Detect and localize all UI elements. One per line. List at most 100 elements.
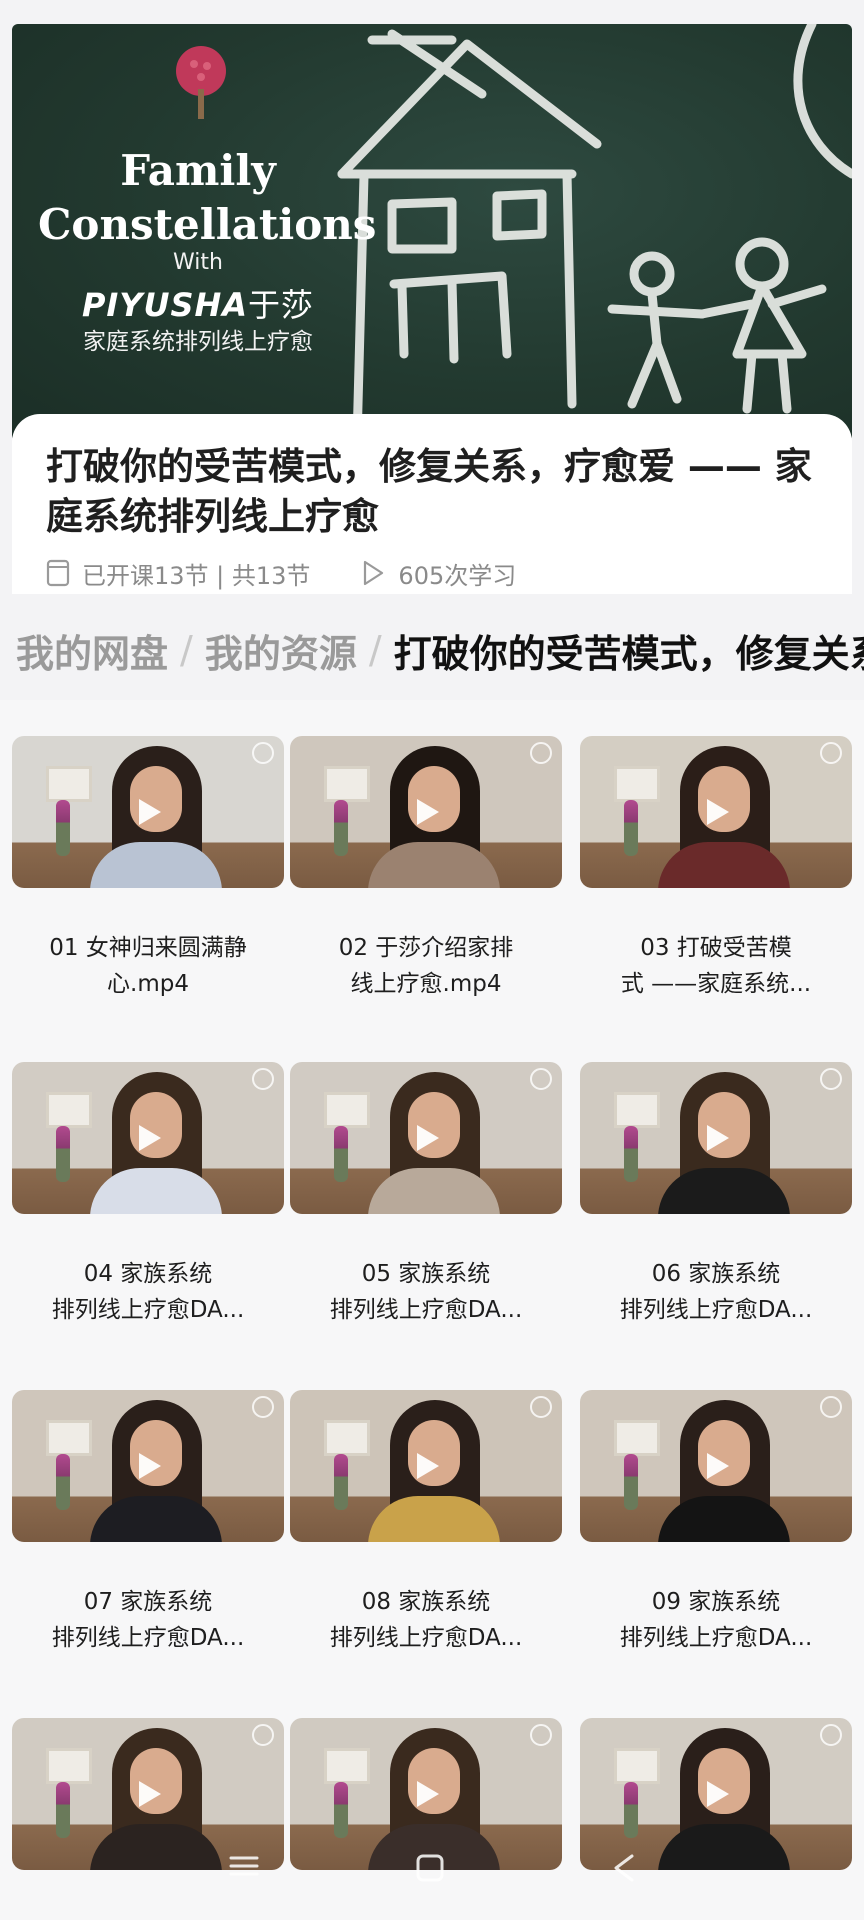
video-grid: 01 女神归来圆满静 心.mp4 02 于莎介绍家排 线上疗愈.mp4 03 打破受苦模… [0,700,864,1920]
wall-picture [614,766,660,802]
select-circle-icon[interactable] [820,742,842,764]
play-icon[interactable] [699,1777,733,1811]
wall-picture [46,1420,92,1456]
orchid-plant [624,1782,638,1838]
video-item[interactable]: 02 于莎介绍家排 线上疗愈.mp4 [290,736,562,1002]
play-icon[interactable] [409,795,443,829]
video-item[interactable]: 08 家族系统 排列线上疗愈DA... [290,1390,562,1656]
breadcrumb-separator: / [368,628,382,672]
breadcrumb-separator: / [180,628,193,672]
system-nav-bar [0,1846,864,1886]
breadcrumb-root[interactable]: 我的网盘 [16,623,168,678]
person-body [658,842,790,888]
person-body [90,1168,222,1214]
play-icon[interactable] [131,1777,165,1811]
person-body [658,1168,790,1214]
select-circle-icon[interactable] [252,1396,274,1418]
book-icon [46,559,70,587]
course-banner: Family Constellations With PIYUSHA于莎 家庭系… [12,24,852,442]
play-count: 605次学习 [398,561,517,590]
banner-title: Family Constellations [38,146,377,249]
back-icon[interactable] [610,1852,638,1884]
video-item[interactable]: 05 家族系统排列线上疗愈DA... [290,1062,562,1328]
video-title-line1: 09 家族系统 [651,1589,781,1615]
play-icon[interactable] [409,1121,443,1155]
video-item[interactable]: 03 打破受苦模式 ——家庭系统... [580,736,852,1002]
video-title-line2: 排列线上疗愈DA... [619,1297,813,1323]
video-title-line2: 排列线上疗愈DA... [51,1297,245,1323]
select-circle-icon[interactable] [530,742,552,764]
video-title: 01 女神归来圆满静 心.mp4 [12,930,284,1002]
menu-icon[interactable] [228,1852,260,1880]
video-title-line2: 排列线上疗愈DA... [51,1625,245,1651]
tree-logo-icon [176,46,226,119]
video-item[interactable]: 06 家族系统 排列线上疗愈DA... [580,1062,852,1328]
orchid-plant [56,1126,70,1182]
select-circle-icon[interactable] [530,1724,552,1746]
play-icon[interactable] [699,1449,733,1483]
select-circle-icon[interactable] [530,1068,552,1090]
wall-picture [614,1420,660,1456]
video-title: 02 于莎介绍家排 线上疗愈.mp4 [290,930,562,1002]
person-body [90,1496,222,1542]
video-title-line1: 07 家族系统 [83,1589,213,1615]
breadcrumb-folder[interactable]: 我的资源 [205,623,357,678]
video-item[interactable]: 01 女神归来圆满静 心.mp4 [12,736,284,1002]
video-item[interactable]: 04 家族系统排列线上疗愈DA... [12,1062,284,1328]
play-icon[interactable] [699,1121,733,1155]
video-thumbnail[interactable] [580,736,852,888]
home-icon[interactable] [414,1852,446,1884]
wall-picture [46,1092,92,1128]
video-thumbnail[interactable] [290,1390,562,1542]
video-title: 08 家族系统 排列线上疗愈DA... [290,1584,562,1656]
wall-picture [46,766,92,802]
orchid-plant [56,1782,70,1838]
video-item[interactable]: 07 家族系统排列线上疗愈DA... [12,1390,284,1656]
wall-picture [614,1092,660,1128]
select-circle-icon[interactable] [820,1396,842,1418]
wall-picture [324,1092,370,1128]
video-thumbnail[interactable] [580,1062,852,1214]
orchid-plant [56,800,70,856]
orchid-plant [624,1454,638,1510]
video-title: 06 家族系统 排列线上疗愈DA... [580,1256,852,1328]
select-circle-icon[interactable] [252,1724,274,1746]
select-circle-icon[interactable] [820,1068,842,1090]
video-title-line1: 04 家族系统 [83,1261,213,1287]
play-icon[interactable] [131,795,165,829]
play-icon[interactable] [409,1777,443,1811]
course-info-card: 打破你的受苦模式，修复关系，疗愈爱 —— 家庭系统排列线上疗愈 已开课13节 |… [12,414,852,594]
play-outline-icon [364,560,384,586]
video-title-line1: 05 家族系统 [361,1261,491,1287]
select-circle-icon[interactable] [530,1396,552,1418]
video-thumbnail[interactable] [12,1062,284,1214]
video-thumbnail[interactable] [290,736,562,888]
video-title: 04 家族系统排列线上疗愈DA... [12,1256,284,1328]
video-thumbnail[interactable] [12,1390,284,1542]
wall-picture [46,1748,92,1784]
video-item[interactable]: 09 家族系统排列线上疗愈DA... [580,1390,852,1656]
play-icon[interactable] [131,1121,165,1155]
orchid-plant [624,1126,638,1182]
select-circle-icon[interactable] [252,1068,274,1090]
play-icon[interactable] [409,1449,443,1483]
breadcrumb-current: 打破你的受苦模式，修复关系，疗愈爱 [393,631,864,676]
select-circle-icon[interactable] [252,742,274,764]
video-title-line2: 排列线上疗愈DA... [619,1625,813,1651]
video-thumbnail[interactable] [12,736,284,888]
video-title-line1: 01 女神归来圆满静 [49,935,247,961]
video-thumbnail[interactable] [290,1062,562,1214]
select-circle-icon[interactable] [820,1724,842,1746]
course-meta: 已开课13节 | 共13节 605次学习 [46,556,516,590]
video-title: 09 家族系统排列线上疗愈DA... [580,1584,852,1656]
play-icon[interactable] [131,1449,165,1483]
orchid-plant [624,800,638,856]
video-thumbnail[interactable] [580,1390,852,1542]
video-title-line2: 线上疗愈.mp4 [350,971,502,997]
video-title-line1: 03 打破受苦模 [640,935,792,961]
wall-picture [324,1748,370,1784]
person-body [368,1496,500,1542]
video-title-line2: 排列线上疗愈DA... [329,1297,523,1323]
play-icon[interactable] [699,795,733,829]
person-body [658,1496,790,1542]
